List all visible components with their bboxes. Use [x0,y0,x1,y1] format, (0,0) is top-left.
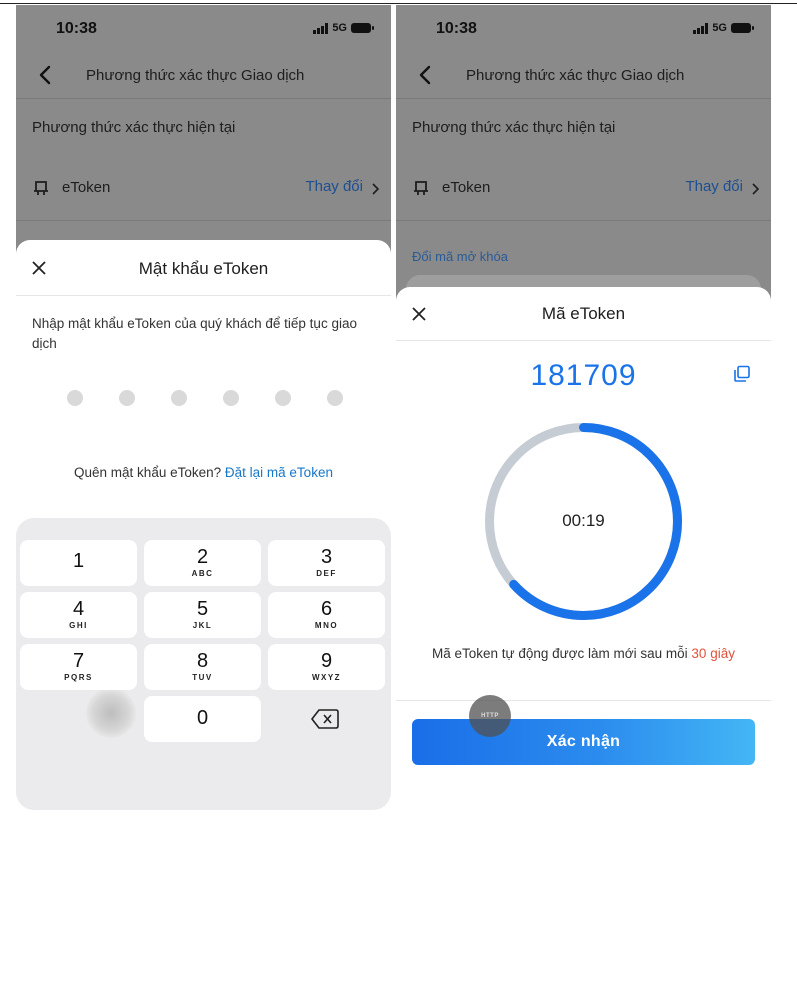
sheet-header: Mật khẩu eToken [16,240,391,296]
method-row: eToken Thay đổi [16,157,391,221]
refresh-note: Mã eToken tự động được làm mới sau mỗi 3… [396,646,771,661]
method-label: eToken [442,179,491,196]
battery-icon [351,23,374,33]
signal-icon [693,22,709,34]
dimmed-background-app: 10:38 5G Phương thức xác thực Giao dịch … [396,5,771,305]
password-sheet: Mật khẩu eToken Nhập mật khẩu eToken của… [16,240,391,810]
network-label: 5G [712,22,727,34]
key-7[interactable]: 7 PQRS [20,644,137,690]
key-6[interactable]: 6 MNO [268,592,385,638]
touch-indicator: HTTP [469,695,511,737]
etoken-code-sheet: Mã eToken 181709 00:19 Mã eToken tự động… [396,287,771,805]
current-method-heading: Phương thức xác thực hiện tại [412,119,616,136]
divider [396,700,771,701]
status-bar: 10:38 5G [16,5,391,51]
network-label: 5G [332,22,347,34]
status-time: 10:38 [56,20,97,37]
chevron-right-icon [752,183,759,195]
status-bar: 10:38 5G [396,5,771,51]
touch-blur [86,688,136,738]
key-9[interactable]: 9 WXYZ [268,644,385,690]
reset-etoken-link[interactable]: Đặt lại mã eToken [225,465,333,480]
numeric-keypad: 0 1 2 ABC 3 DEF 4 GHI 5 JKL 6 MNO 7 PQRS 8 TUV 9 WXYZ [16,518,391,810]
refresh-interval: 30 giây [691,646,735,661]
key-3[interactable]: 3 DEF [268,540,385,586]
password-prompt: Nhập mật khẩu eToken của quý khách để ti… [32,316,357,351]
pin-dot [223,390,239,406]
top-border-line [0,3,797,4]
confirm-button[interactable]: Xác nhận [412,719,755,765]
pin-dot [171,390,187,406]
battery-icon [731,23,754,33]
change-method-link[interactable]: Thay đổi [305,178,363,195]
countdown-timer: 00:19 [562,511,605,530]
pin-dot [67,390,83,406]
pin-dot [327,390,343,406]
method-row: eToken Thay đổi [396,157,771,221]
nav-title: Phương thức xác thực Giao dịch [466,67,685,84]
nav-bar: Phương thức xác thực Giao dịch [396,51,771,99]
left-screen: 10:38 5G Phương thức xác thực Giao dịch … [16,5,391,810]
key-5[interactable]: 5 JKL [144,592,261,638]
signal-icon [313,22,329,34]
token-device-icon [414,181,428,195]
token-device-icon [34,181,48,195]
key-1[interactable]: 1 [20,540,137,586]
forgot-text: Quên mật khẩu eToken? [74,465,222,480]
pin-dots [67,390,343,406]
chevron-right-icon [372,183,379,195]
sheet-title: Mật khẩu eToken [138,259,269,278]
back-arrow-icon[interactable] [36,63,56,87]
change-method-link[interactable]: Thay đổi [685,178,743,195]
method-label: eToken [62,179,111,196]
status-time: 10:38 [436,20,477,37]
status-icons: 5G [313,22,374,34]
status-icons: 5G [693,22,754,34]
current-method-heading: Phương thức xác thực hiện tại [32,119,236,136]
etoken-code: 181709 [530,359,637,392]
backspace-icon[interactable] [311,708,339,730]
copy-icon[interactable] [733,365,751,383]
sheet-header: Mã eToken [396,287,771,341]
pin-dot [275,390,291,406]
key-0[interactable]: 0 [144,696,261,742]
forgot-password-row: Quên mật khẩu eToken? Đặt lại mã eToken [16,465,391,480]
back-arrow-icon[interactable] [416,63,436,87]
nav-title: Phương thức xác thực Giao dịch [86,67,305,84]
pin-dot [119,390,135,406]
key-4[interactable]: 4 GHI [20,592,137,638]
right-screen: 10:38 5G Phương thức xác thực Giao dịch … [396,5,771,805]
nav-bar: Phương thức xác thực Giao dịch [16,51,391,99]
sheet-title: Mã eToken [541,304,626,323]
key-2[interactable]: 2 ABC [144,540,261,586]
refresh-text: Mã eToken tự động được làm mới sau mỗi [432,646,688,661]
key-8[interactable]: 8 TUV [144,644,261,690]
change-unlock-code-link[interactable]: Đổi mã mở khóa [412,249,508,264]
